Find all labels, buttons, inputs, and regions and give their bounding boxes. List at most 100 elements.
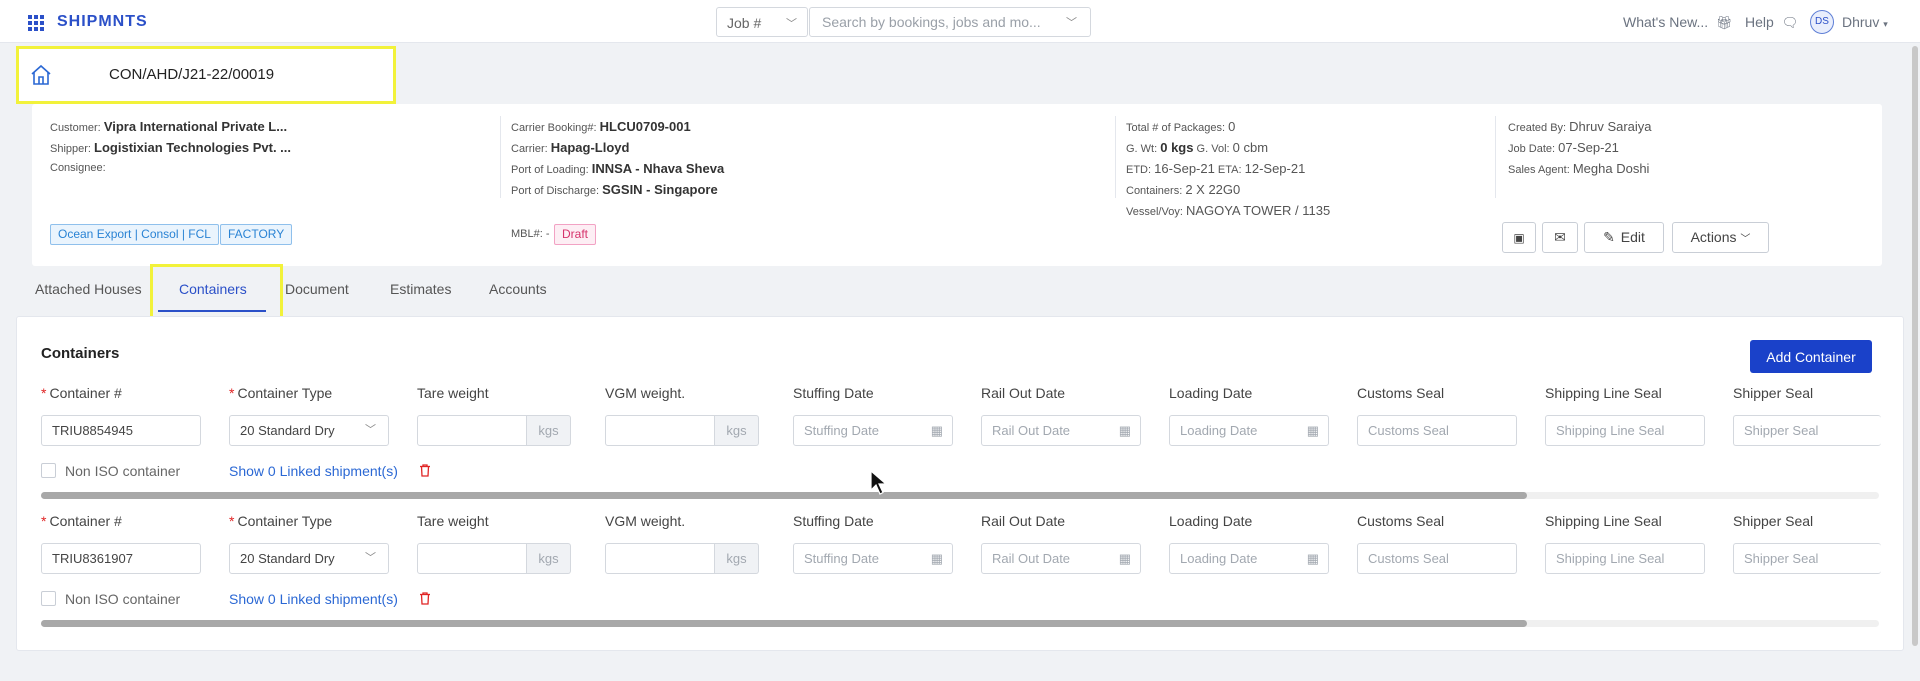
gift-icon: 🎁︎ <box>1716 15 1733 30</box>
stuffing-date-input[interactable]: Stuffing Date ▦ <box>793 543 953 574</box>
loading-date-label: Loading Date <box>1169 385 1253 401</box>
linked-shipments-link[interactable]: Show 0 Linked shipment(s) <box>229 591 398 607</box>
vgm-weight-input[interactable] <box>605 543 715 574</box>
gwt-value: 0 kgs <box>1160 140 1194 155</box>
vessel-value: NAGOYA TOWER / 1135 <box>1185 203 1331 218</box>
vgm-unit: kgs <box>715 415 759 446</box>
vgm-weight-input[interactable] <box>605 415 715 446</box>
horizontal-scrollbar[interactable] <box>41 492 1527 499</box>
linked-shipments-link[interactable]: Show 0 Linked shipment(s) <box>229 463 398 479</box>
etd-value: 16-Sep-21 <box>1154 161 1215 176</box>
avatar[interactable]: DS <box>1810 10 1834 34</box>
container-type-label: * Container Type <box>229 385 333 401</box>
chevron-down-icon: ﹀ <box>786 18 797 30</box>
tare-unit: kgs <box>527 543 571 574</box>
carrier-label: Carrier: <box>511 143 548 155</box>
home-icon[interactable] <box>29 63 53 87</box>
horizontal-scrollbar[interactable] <box>41 620 1527 627</box>
shipper-seal-input[interactable]: Shipper Seal <box>1733 543 1881 574</box>
global-search-input[interactable] <box>809 7 1091 37</box>
non-iso-checkbox[interactable] <box>41 463 56 478</box>
email-button[interactable]: ✉︎ <box>1542 222 1578 253</box>
rail-out-date-input[interactable]: Rail Out Date ▦ <box>981 415 1141 446</box>
tab-document[interactable]: Document <box>285 281 349 297</box>
job-number: CON/AHD/J21-22/00019 <box>109 66 275 83</box>
loading-date-placeholder: Loading Date <box>1180 423 1258 438</box>
non-iso-checkbox[interactable] <box>41 591 56 606</box>
rail-out-date-input[interactable]: Rail Out Date ▦ <box>981 543 1141 574</box>
user-menu[interactable]: Dhruv ▾ <box>1842 14 1888 30</box>
edit-button[interactable]: ✎︎ Edit <box>1584 222 1664 253</box>
print-button[interactable]: ▣ <box>1502 222 1536 253</box>
chat-icon: 🗨︎ <box>1781 15 1799 30</box>
customs-seal-input[interactable]: Customs Seal <box>1357 415 1517 446</box>
packages-label: Total # of Packages: <box>1126 122 1226 134</box>
pencil-icon: ✎︎ <box>1603 229 1615 245</box>
customs-seal-input[interactable]: Customs Seal <box>1357 543 1517 574</box>
shipping-line-seal-input[interactable]: Shipping Line Seal <box>1545 415 1705 446</box>
container-type-label: * Container Type <box>229 513 333 529</box>
page-scrollbar[interactable] <box>1912 46 1918 646</box>
brand-logo[interactable]: SHIPMNTS <box>57 13 148 31</box>
tab-estimates[interactable]: Estimates <box>390 281 451 297</box>
tare-weight-input[interactable] <box>417 543 527 574</box>
container-type-value: 20 Standard Dry <box>240 423 335 438</box>
shipper-seal-label: Shipper Seal <box>1733 513 1814 529</box>
help-label: Help <box>1745 14 1774 30</box>
chevron-down-icon: ﹀ <box>365 552 376 564</box>
calendar-icon: ▦ <box>1306 423 1319 438</box>
tab-attached-houses[interactable]: Attached Houses <box>35 281 142 297</box>
tare-weight-label: Tare weight <box>417 513 489 529</box>
vgm-weight-label: VGM weight. <box>605 385 686 401</box>
containers-label: Containers: <box>1126 185 1183 197</box>
vgm-unit: kgs <box>715 543 759 574</box>
containers-value: 2 X 22G0 <box>1185 182 1241 197</box>
shipping-line-seal-input[interactable]: Shipping Line Seal <box>1545 543 1705 574</box>
pod-value: SGSIN - Singapore <box>602 182 718 197</box>
job-type-tag: Ocean Export | Consol | FCL <box>50 224 219 245</box>
stuffing-date-input[interactable]: Stuffing Date ▦ <box>793 415 953 446</box>
calendar-icon: ▦ <box>930 423 943 438</box>
carrier-booking-value: HLCU0709-001 <box>599 119 691 134</box>
add-container-button[interactable]: Add Container <box>1750 340 1872 373</box>
carrier-column: Carrier Booking#: HLCU0709-001 Carrier: … <box>511 116 724 200</box>
calendar-icon: ▦ <box>1118 551 1131 566</box>
loading-date-input[interactable]: Loading Date ▦ <box>1169 543 1329 574</box>
loading-date-label: Loading Date <box>1169 513 1253 529</box>
mbl-label: MBL#: - <box>511 228 550 240</box>
created-by-value: Dhruv Saraiya <box>1569 119 1652 134</box>
container-no-input[interactable]: TRIU8361907 <box>41 543 201 574</box>
whats-new-link[interactable]: What's New... 🎁︎ <box>1623 14 1733 31</box>
tab-accounts[interactable]: Accounts <box>489 281 547 297</box>
job-type-select[interactable]: Job # ﹀ <box>716 7 808 37</box>
container-type-label-text: Container Type <box>237 385 333 401</box>
container-no-input[interactable]: TRIU8854945 <box>41 415 201 446</box>
shipping-line-seal-label: Shipping Line Seal <box>1545 513 1662 529</box>
factory-tag: FACTORY <box>220 224 293 245</box>
cargo-column: Total # of Packages: 0 G. Wt: 0 kgs G. V… <box>1126 116 1330 221</box>
help-link[interactable]: Help 🗨︎ <box>1745 14 1798 31</box>
whats-new-label: What's New... <box>1623 14 1709 30</box>
container-type-select[interactable]: 20 Standard Dry ﹀ <box>229 543 389 574</box>
divider <box>500 116 501 198</box>
actions-button[interactable]: Actions ﹀ <box>1672 222 1769 253</box>
customs-seal-label: Customs Seal <box>1357 513 1445 529</box>
trash-icon[interactable] <box>418 591 432 605</box>
panel-title: Containers <box>41 345 120 362</box>
carrier-booking-label: Carrier Booking#: <box>511 122 597 134</box>
container-no-label-text: Container # <box>49 513 122 529</box>
apps-grid-icon[interactable] <box>28 15 44 31</box>
printer-icon: ▣ <box>1513 231 1525 245</box>
tare-weight-input[interactable] <box>417 415 527 446</box>
container-type-select[interactable]: 20 Standard Dry ﹀ <box>229 415 389 446</box>
loading-date-input[interactable]: Loading Date ▦ <box>1169 415 1329 446</box>
gwt-label: G. Wt: <box>1126 143 1158 155</box>
trash-icon[interactable] <box>418 463 432 477</box>
chevron-down-icon[interactable]: ﹀ <box>1066 14 1077 30</box>
gvol-value: 0 cbm <box>1232 140 1269 155</box>
shipper-seal-input[interactable]: Shipper Seal <box>1733 415 1881 446</box>
edit-label: Edit <box>1620 229 1645 245</box>
divider <box>1115 116 1116 198</box>
container-no-label: * Container # <box>41 513 122 529</box>
stuffing-date-placeholder: Stuffing Date <box>804 551 879 566</box>
